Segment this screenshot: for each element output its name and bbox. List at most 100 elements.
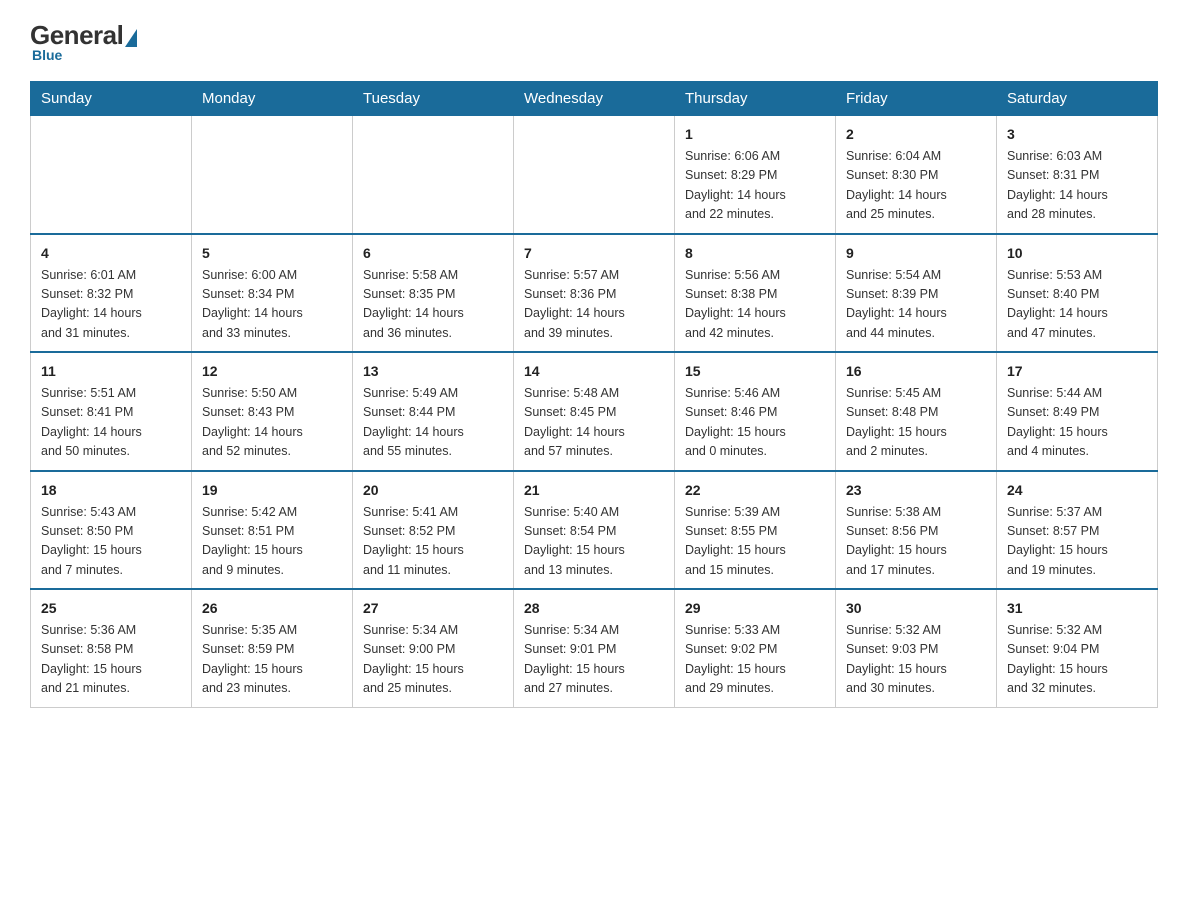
day-info: Sunrise: 5:44 AMSunset: 8:49 PMDaylight:… xyxy=(1007,384,1147,462)
calendar-cell: 18Sunrise: 5:43 AMSunset: 8:50 PMDayligh… xyxy=(31,471,192,590)
weekday-header-tuesday: Tuesday xyxy=(353,82,514,116)
calendar-cell: 23Sunrise: 5:38 AMSunset: 8:56 PMDayligh… xyxy=(836,471,997,590)
day-number: 20 xyxy=(363,480,503,501)
calendar-cell: 25Sunrise: 5:36 AMSunset: 8:58 PMDayligh… xyxy=(31,589,192,707)
day-info: Sunrise: 6:01 AMSunset: 8:32 PMDaylight:… xyxy=(41,266,181,344)
day-number: 18 xyxy=(41,480,181,501)
day-number: 22 xyxy=(685,480,825,501)
day-info: Sunrise: 5:32 AMSunset: 9:03 PMDaylight:… xyxy=(846,621,986,699)
calendar-cell: 31Sunrise: 5:32 AMSunset: 9:04 PMDayligh… xyxy=(997,589,1158,707)
day-info: Sunrise: 5:54 AMSunset: 8:39 PMDaylight:… xyxy=(846,266,986,344)
calendar-cell: 15Sunrise: 5:46 AMSunset: 8:46 PMDayligh… xyxy=(675,352,836,471)
day-number: 3 xyxy=(1007,124,1147,145)
day-number: 25 xyxy=(41,598,181,619)
day-number: 12 xyxy=(202,361,342,382)
day-info: Sunrise: 5:40 AMSunset: 8:54 PMDaylight:… xyxy=(524,503,664,581)
day-info: Sunrise: 5:48 AMSunset: 8:45 PMDaylight:… xyxy=(524,384,664,462)
day-number: 19 xyxy=(202,480,342,501)
calendar-cell: 12Sunrise: 5:50 AMSunset: 8:43 PMDayligh… xyxy=(192,352,353,471)
calendar-week-row: 4Sunrise: 6:01 AMSunset: 8:32 PMDaylight… xyxy=(31,234,1158,353)
calendar-cell: 4Sunrise: 6:01 AMSunset: 8:32 PMDaylight… xyxy=(31,234,192,353)
day-info: Sunrise: 5:35 AMSunset: 8:59 PMDaylight:… xyxy=(202,621,342,699)
weekday-header-row: SundayMondayTuesdayWednesdayThursdayFrid… xyxy=(31,82,1158,116)
calendar-cell: 11Sunrise: 5:51 AMSunset: 8:41 PMDayligh… xyxy=(31,352,192,471)
calendar-week-row: 1Sunrise: 6:06 AMSunset: 8:29 PMDaylight… xyxy=(31,116,1158,234)
day-info: Sunrise: 5:45 AMSunset: 8:48 PMDaylight:… xyxy=(846,384,986,462)
day-number: 6 xyxy=(363,243,503,264)
day-number: 11 xyxy=(41,361,181,382)
calendar-cell xyxy=(31,116,192,234)
calendar-cell: 27Sunrise: 5:34 AMSunset: 9:00 PMDayligh… xyxy=(353,589,514,707)
day-number: 28 xyxy=(524,598,664,619)
calendar-cell: 29Sunrise: 5:33 AMSunset: 9:02 PMDayligh… xyxy=(675,589,836,707)
calendar-cell: 9Sunrise: 5:54 AMSunset: 8:39 PMDaylight… xyxy=(836,234,997,353)
calendar-cell: 21Sunrise: 5:40 AMSunset: 8:54 PMDayligh… xyxy=(514,471,675,590)
day-info: Sunrise: 6:04 AMSunset: 8:30 PMDaylight:… xyxy=(846,147,986,225)
weekday-header-sunday: Sunday xyxy=(31,82,192,116)
logo-blue-text: Blue xyxy=(30,47,62,63)
day-number: 17 xyxy=(1007,361,1147,382)
day-info: Sunrise: 5:58 AMSunset: 8:35 PMDaylight:… xyxy=(363,266,503,344)
day-info: Sunrise: 5:33 AMSunset: 9:02 PMDaylight:… xyxy=(685,621,825,699)
day-number: 31 xyxy=(1007,598,1147,619)
calendar-cell: 16Sunrise: 5:45 AMSunset: 8:48 PMDayligh… xyxy=(836,352,997,471)
day-info: Sunrise: 5:56 AMSunset: 8:38 PMDaylight:… xyxy=(685,266,825,344)
day-info: Sunrise: 6:03 AMSunset: 8:31 PMDaylight:… xyxy=(1007,147,1147,225)
day-info: Sunrise: 5:34 AMSunset: 9:01 PMDaylight:… xyxy=(524,621,664,699)
day-info: Sunrise: 5:57 AMSunset: 8:36 PMDaylight:… xyxy=(524,266,664,344)
calendar-cell: 17Sunrise: 5:44 AMSunset: 8:49 PMDayligh… xyxy=(997,352,1158,471)
calendar-cell: 22Sunrise: 5:39 AMSunset: 8:55 PMDayligh… xyxy=(675,471,836,590)
day-number: 2 xyxy=(846,124,986,145)
day-info: Sunrise: 5:49 AMSunset: 8:44 PMDaylight:… xyxy=(363,384,503,462)
day-info: Sunrise: 5:51 AMSunset: 8:41 PMDaylight:… xyxy=(41,384,181,462)
calendar-cell: 1Sunrise: 6:06 AMSunset: 8:29 PMDaylight… xyxy=(675,116,836,234)
day-number: 16 xyxy=(846,361,986,382)
day-info: Sunrise: 6:00 AMSunset: 8:34 PMDaylight:… xyxy=(202,266,342,344)
day-number: 15 xyxy=(685,361,825,382)
weekday-header-thursday: Thursday xyxy=(675,82,836,116)
calendar-cell: 7Sunrise: 5:57 AMSunset: 8:36 PMDaylight… xyxy=(514,234,675,353)
calendar-cell: 28Sunrise: 5:34 AMSunset: 9:01 PMDayligh… xyxy=(514,589,675,707)
calendar-cell: 2Sunrise: 6:04 AMSunset: 8:30 PMDaylight… xyxy=(836,116,997,234)
day-info: Sunrise: 5:43 AMSunset: 8:50 PMDaylight:… xyxy=(41,503,181,581)
calendar-cell: 3Sunrise: 6:03 AMSunset: 8:31 PMDaylight… xyxy=(997,116,1158,234)
weekday-header-monday: Monday xyxy=(192,82,353,116)
day-number: 9 xyxy=(846,243,986,264)
day-info: Sunrise: 5:41 AMSunset: 8:52 PMDaylight:… xyxy=(363,503,503,581)
day-info: Sunrise: 5:39 AMSunset: 8:55 PMDaylight:… xyxy=(685,503,825,581)
day-number: 14 xyxy=(524,361,664,382)
calendar-cell xyxy=(353,116,514,234)
calendar-cell: 13Sunrise: 5:49 AMSunset: 8:44 PMDayligh… xyxy=(353,352,514,471)
day-info: Sunrise: 5:37 AMSunset: 8:57 PMDaylight:… xyxy=(1007,503,1147,581)
day-number: 23 xyxy=(846,480,986,501)
day-info: Sunrise: 5:36 AMSunset: 8:58 PMDaylight:… xyxy=(41,621,181,699)
day-info: Sunrise: 5:34 AMSunset: 9:00 PMDaylight:… xyxy=(363,621,503,699)
calendar-cell: 5Sunrise: 6:00 AMSunset: 8:34 PMDaylight… xyxy=(192,234,353,353)
calendar-cell: 24Sunrise: 5:37 AMSunset: 8:57 PMDayligh… xyxy=(997,471,1158,590)
calendar-cell xyxy=(514,116,675,234)
weekday-header-friday: Friday xyxy=(836,82,997,116)
day-number: 10 xyxy=(1007,243,1147,264)
calendar-week-row: 11Sunrise: 5:51 AMSunset: 8:41 PMDayligh… xyxy=(31,352,1158,471)
calendar-cell xyxy=(192,116,353,234)
day-number: 29 xyxy=(685,598,825,619)
day-info: Sunrise: 5:42 AMSunset: 8:51 PMDaylight:… xyxy=(202,503,342,581)
calendar-cell: 10Sunrise: 5:53 AMSunset: 8:40 PMDayligh… xyxy=(997,234,1158,353)
weekday-header-saturday: Saturday xyxy=(997,82,1158,116)
day-info: Sunrise: 6:06 AMSunset: 8:29 PMDaylight:… xyxy=(685,147,825,225)
day-info: Sunrise: 5:50 AMSunset: 8:43 PMDaylight:… xyxy=(202,384,342,462)
calendar-cell: 26Sunrise: 5:35 AMSunset: 8:59 PMDayligh… xyxy=(192,589,353,707)
day-number: 5 xyxy=(202,243,342,264)
day-number: 21 xyxy=(524,480,664,501)
calendar-cell: 20Sunrise: 5:41 AMSunset: 8:52 PMDayligh… xyxy=(353,471,514,590)
day-info: Sunrise: 5:38 AMSunset: 8:56 PMDaylight:… xyxy=(846,503,986,581)
calendar-week-row: 25Sunrise: 5:36 AMSunset: 8:58 PMDayligh… xyxy=(31,589,1158,707)
calendar-cell: 6Sunrise: 5:58 AMSunset: 8:35 PMDaylight… xyxy=(353,234,514,353)
day-number: 26 xyxy=(202,598,342,619)
logo-triangle-icon xyxy=(125,29,137,47)
day-number: 1 xyxy=(685,124,825,145)
day-number: 27 xyxy=(363,598,503,619)
calendar-cell: 30Sunrise: 5:32 AMSunset: 9:03 PMDayligh… xyxy=(836,589,997,707)
calendar-cell: 8Sunrise: 5:56 AMSunset: 8:38 PMDaylight… xyxy=(675,234,836,353)
calendar-cell: 19Sunrise: 5:42 AMSunset: 8:51 PMDayligh… xyxy=(192,471,353,590)
